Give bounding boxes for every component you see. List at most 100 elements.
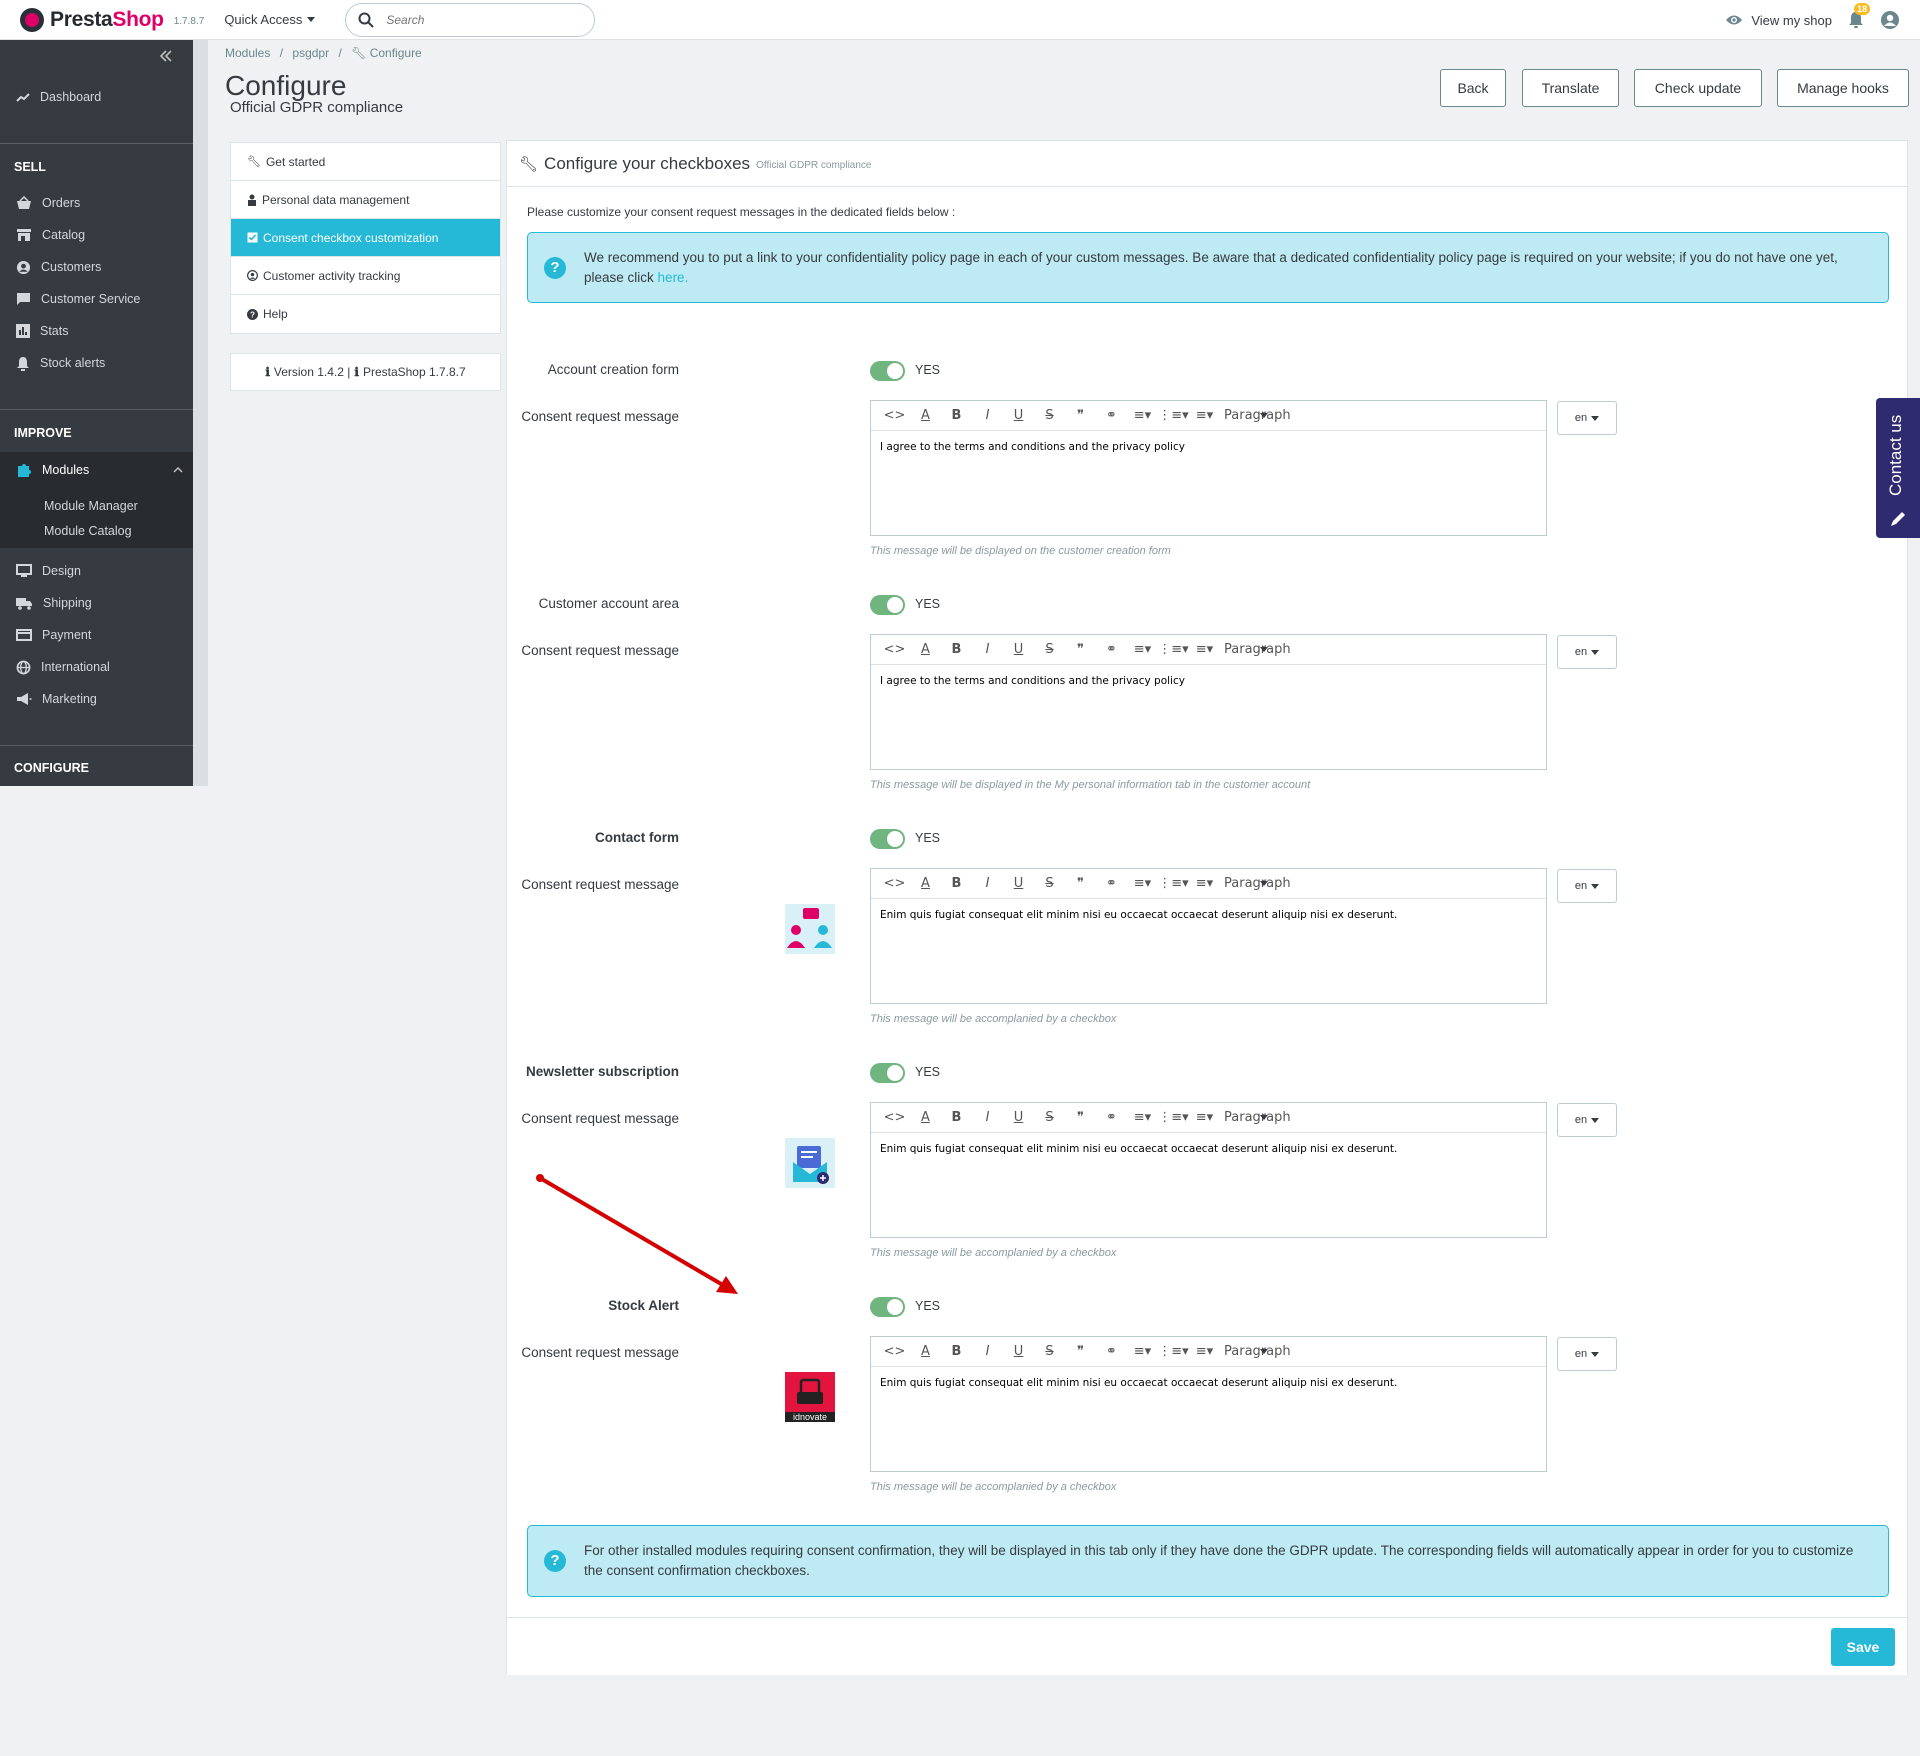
editor-content[interactable]: Enim quis fugiat consequat elit minim ni… bbox=[871, 1367, 1546, 1399]
link-icon[interactable]: ⚭ bbox=[1096, 1344, 1127, 1359]
font-color-icon[interactable]: A bbox=[910, 1344, 941, 1359]
editor-content[interactable]: I agree to the terms and conditions and … bbox=[871, 665, 1546, 697]
paragraph-format-dropdown[interactable]: Paragraph bbox=[1224, 642, 1291, 657]
blockquote-icon[interactable]: ❞ bbox=[1065, 876, 1096, 891]
bold-icon[interactable]: B bbox=[941, 642, 972, 657]
language-selector[interactable]: en bbox=[1557, 1337, 1617, 1371]
link-icon[interactable]: ⚭ bbox=[1096, 876, 1127, 891]
check-update-button[interactable]: Check update bbox=[1634, 69, 1762, 107]
collapse-sidebar-icon[interactable] bbox=[159, 50, 173, 62]
contact-form-toggle[interactable] bbox=[870, 829, 905, 849]
consent-message-editor[interactable]: <> A B I U S ❞ ⚭ ≡▾ ⋮≡▾ ≡▾ Paragraph I agree to th… bbox=[870, 634, 1547, 770]
font-color-icon[interactable]: A bbox=[910, 1110, 941, 1125]
save-button[interactable]: Save bbox=[1831, 1628, 1895, 1666]
sidebar-item-international[interactable]: International bbox=[0, 652, 193, 682]
breadcrumb-modules[interactable]: Modules bbox=[225, 46, 270, 60]
bullet-list-icon[interactable]: ⋮≡▾ bbox=[1158, 408, 1189, 423]
tab-personal-data-management[interactable]: Personal data management bbox=[231, 181, 500, 219]
sidebar-item-stats[interactable]: Stats bbox=[0, 316, 193, 346]
numbered-list-icon[interactable]: ≡▾ bbox=[1189, 1344, 1220, 1359]
align-icon[interactable]: ≡▾ bbox=[1127, 876, 1158, 891]
manage-hooks-button[interactable]: Manage hooks bbox=[1777, 69, 1909, 107]
consent-message-editor[interactable]: <> A B I U S ❞ ⚭ ≡▾ ⋮≡▾ ≡▾ Paragraph Enim quis fug… bbox=[870, 868, 1547, 1004]
numbered-list-icon[interactable]: ≡▾ bbox=[1189, 408, 1220, 423]
numbered-list-icon[interactable]: ≡▾ bbox=[1189, 642, 1220, 657]
consent-message-editor[interactable]: <> A B I U S ❞ ⚭ ≡▾ ⋮≡▾ ≡▾ Paragraph I agree to th… bbox=[870, 400, 1547, 536]
notifications-button[interactable]: 18 bbox=[1848, 3, 1870, 29]
language-selector[interactable]: en bbox=[1557, 1103, 1617, 1137]
bold-icon[interactable]: B bbox=[941, 876, 972, 891]
search-box[interactable] bbox=[345, 2, 596, 37]
blockquote-icon[interactable]: ❞ bbox=[1065, 408, 1096, 423]
language-selector[interactable]: en bbox=[1557, 401, 1617, 435]
underline-icon[interactable]: U bbox=[1003, 1344, 1034, 1359]
language-selector[interactable]: en bbox=[1557, 869, 1617, 903]
search-input[interactable] bbox=[386, 12, 567, 27]
link-icon[interactable]: ⚭ bbox=[1096, 642, 1127, 657]
account-creation-toggle[interactable] bbox=[870, 361, 905, 381]
bullet-list-icon[interactable]: ⋮≡▾ bbox=[1158, 876, 1189, 891]
italic-icon[interactable]: I bbox=[972, 642, 1003, 657]
font-color-icon[interactable]: A bbox=[910, 876, 941, 891]
sidebar-subitem-module-manager[interactable]: Module Manager bbox=[44, 499, 138, 513]
employee-avatar[interactable] bbox=[1880, 10, 1900, 30]
align-icon[interactable]: ≡▾ bbox=[1127, 1344, 1158, 1359]
paragraph-format-dropdown[interactable]: Paragraph bbox=[1224, 1344, 1291, 1359]
align-icon[interactable]: ≡▾ bbox=[1127, 642, 1158, 657]
editor-content[interactable]: I agree to the terms and conditions and … bbox=[871, 431, 1546, 463]
numbered-list-icon[interactable]: ≡▾ bbox=[1189, 876, 1220, 891]
sidebar-item-modules[interactable]: Modules bbox=[0, 452, 193, 488]
paragraph-format-dropdown[interactable]: Paragraph bbox=[1224, 1110, 1291, 1125]
bullet-list-icon[interactable]: ⋮≡▾ bbox=[1158, 1344, 1189, 1359]
sidebar-scrollbar[interactable] bbox=[193, 40, 208, 786]
numbered-list-icon[interactable]: ≡▾ bbox=[1189, 1110, 1220, 1125]
paragraph-format-dropdown[interactable]: Paragraph bbox=[1224, 876, 1291, 891]
stock-alert-toggle[interactable] bbox=[870, 1297, 905, 1317]
strikethrough-icon[interactable]: S bbox=[1034, 1344, 1065, 1359]
blockquote-icon[interactable]: ❞ bbox=[1065, 642, 1096, 657]
code-view-icon[interactable]: <> bbox=[879, 408, 910, 423]
language-selector[interactable]: en bbox=[1557, 635, 1617, 669]
privacy-policy-link[interactable]: here. bbox=[658, 270, 689, 285]
italic-icon[interactable]: I bbox=[972, 1110, 1003, 1125]
code-view-icon[interactable]: <> bbox=[879, 1344, 910, 1359]
font-color-icon[interactable]: A bbox=[910, 642, 941, 657]
sidebar-item-orders[interactable]: Orders bbox=[0, 188, 193, 218]
italic-icon[interactable]: I bbox=[972, 1344, 1003, 1359]
underline-icon[interactable]: U bbox=[1003, 1110, 1034, 1125]
align-icon[interactable]: ≡▾ bbox=[1127, 1110, 1158, 1125]
sidebar-item-catalog[interactable]: Catalog bbox=[0, 220, 193, 250]
quick-access-dropdown[interactable]: Quick Access bbox=[224, 12, 316, 27]
consent-message-editor[interactable]: <> A B I U S ❞ ⚭ ≡▾ ⋮≡▾ ≡▾ Paragraph Enim quis fug… bbox=[870, 1102, 1547, 1238]
tab-help[interactable]: ? Help bbox=[231, 295, 500, 333]
strikethrough-icon[interactable]: S bbox=[1034, 876, 1065, 891]
newsletter-toggle[interactable] bbox=[870, 1063, 905, 1083]
blockquote-icon[interactable]: ❞ bbox=[1065, 1344, 1096, 1359]
bold-icon[interactable]: B bbox=[941, 1344, 972, 1359]
code-view-icon[interactable]: <> bbox=[879, 1110, 910, 1125]
sidebar-subitem-module-catalog[interactable]: Module Catalog bbox=[44, 524, 132, 538]
translate-button[interactable]: Translate bbox=[1522, 69, 1619, 107]
underline-icon[interactable]: U bbox=[1003, 408, 1034, 423]
bold-icon[interactable]: B bbox=[941, 408, 972, 423]
sidebar-item-customers[interactable]: Customers bbox=[0, 252, 193, 282]
sidebar-item-shipping[interactable]: Shipping bbox=[0, 588, 193, 618]
consent-message-editor[interactable]: <> A B I U S ❞ ⚭ ≡▾ ⋮≡▾ ≡▾ Paragraph Enim quis fug… bbox=[870, 1336, 1547, 1472]
underline-icon[interactable]: U bbox=[1003, 642, 1034, 657]
link-icon[interactable]: ⚭ bbox=[1096, 1110, 1127, 1125]
paragraph-format-dropdown[interactable]: Paragraph bbox=[1224, 408, 1291, 423]
sidebar-item-customer-service[interactable]: Customer Service bbox=[0, 284, 193, 314]
sidebar-item-stock-alerts[interactable]: Stock alerts bbox=[0, 348, 193, 378]
code-view-icon[interactable]: <> bbox=[879, 876, 910, 891]
tab-consent-checkbox-customization[interactable]: Consent checkbox customization bbox=[231, 219, 500, 257]
editor-content[interactable]: Enim quis fugiat consequat elit minim ni… bbox=[871, 1133, 1546, 1165]
sidebar-item-marketing[interactable]: Marketing bbox=[0, 684, 193, 714]
italic-icon[interactable]: I bbox=[972, 408, 1003, 423]
sidebar-item-design[interactable]: Design bbox=[0, 556, 193, 586]
strikethrough-icon[interactable]: S bbox=[1034, 642, 1065, 657]
view-my-shop-link[interactable]: View my shop bbox=[1725, 13, 1832, 28]
font-color-icon[interactable]: A bbox=[910, 408, 941, 423]
align-icon[interactable]: ≡▾ bbox=[1127, 408, 1158, 423]
editor-content[interactable]: Enim quis fugiat consequat elit minim ni… bbox=[871, 899, 1546, 931]
prestashop-logo[interactable]: PrestaShop 1.7.8.7 bbox=[20, 7, 204, 32]
